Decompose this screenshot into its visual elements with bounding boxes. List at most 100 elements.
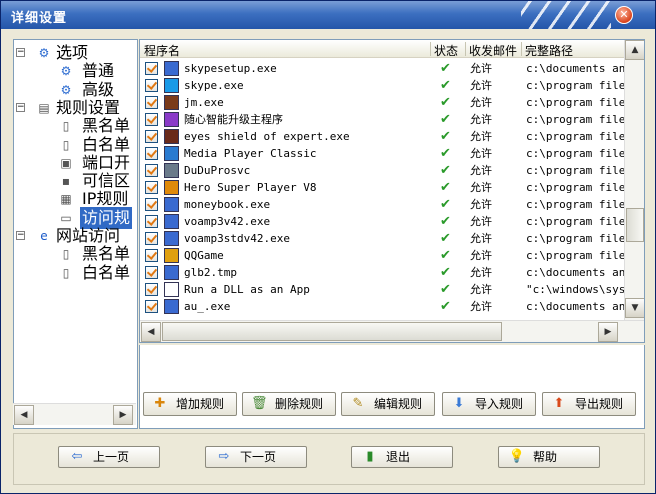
nav-button-3[interactable]: ▮ 退出 (351, 446, 453, 468)
table-row[interactable]: au_.exe ✔ 允许 c:\documents and (140, 298, 632, 315)
table-row[interactable]: eyes shield of expert.exe ✔ 允许 c:\program f… (140, 128, 632, 145)
application-icon (164, 248, 179, 263)
application-icon (164, 146, 179, 161)
column-header-path[interactable]: 完整路径 (525, 42, 573, 59)
scroll-down-button[interactable]: ▼ (625, 298, 644, 318)
list-horizontal-scrollbar[interactable]: ◀ ▶ (140, 320, 644, 342)
close-button[interactable]: ✕ (615, 6, 633, 24)
window-title: 详细设置 (11, 11, 68, 26)
table-row[interactable]: Hero Super Player V8 ✔ 允许 c:\program files (140, 179, 632, 196)
rule-enabled-checkbox[interactable] (145, 113, 158, 126)
rule-enabled-checkbox[interactable] (145, 283, 158, 296)
application-icon (164, 299, 179, 314)
program-name: voamp3v42.exe (184, 215, 271, 228)
list-vertical-scrollbar[interactable]: ▲ ▼ (624, 40, 644, 320)
collapse-toggle-icon[interactable]: − (16, 231, 25, 240)
document-icon: ▯ (62, 247, 70, 262)
list-scroll-right-button[interactable]: ▶ (598, 322, 618, 342)
full-path: c:\program files (526, 215, 632, 228)
action-button-4[interactable]: ⬇ 导入规则 (442, 392, 536, 416)
tree-horizontal-scrollbar[interactable]: ◀ ▶ (13, 403, 136, 425)
full-path: c:\program files (526, 198, 632, 211)
horizontal-scroll-thumb[interactable] (162, 322, 502, 341)
gear-globe-icon: ⚙ (38, 46, 50, 60)
status-check-icon: ✔ (440, 180, 451, 195)
table-row[interactable]: voamp3stdv42.exe ✔ 允许 c:\program files (140, 230, 632, 247)
rule-enabled-checkbox[interactable] (145, 300, 158, 313)
rule-enabled-checkbox[interactable] (145, 198, 158, 211)
title-bar[interactable]: 详细设置 ✕ (1, 1, 655, 29)
action-button-label: 删除规则 (275, 397, 324, 411)
rule-enabled-checkbox[interactable] (145, 62, 158, 75)
table-row[interactable]: 随心智能升级主程序 ✔ 允许 c:\program files (140, 111, 632, 128)
scroll-up-button[interactable]: ▲ (625, 40, 644, 60)
application-icon (164, 61, 179, 76)
full-path: c:\program files (526, 147, 632, 160)
rule-enabled-checkbox[interactable] (145, 266, 158, 279)
collapse-toggle-icon[interactable]: − (16, 48, 25, 57)
program-name: glb2.tmp (184, 266, 237, 279)
action-button-3[interactable]: ✎ 编辑规则 (341, 392, 435, 416)
nav-button-label: 退出 (386, 450, 411, 464)
rule-enabled-checkbox[interactable] (145, 181, 158, 194)
status-check-icon: ✔ (440, 248, 451, 263)
program-name: eyes shield of expert.exe (184, 130, 350, 143)
scroll-left-button[interactable]: ◀ (14, 405, 34, 425)
mail-permission: 允许 (470, 181, 492, 194)
tree-item-label: 白名单 (82, 262, 131, 282)
table-row[interactable]: jm.exe ✔ 允许 c:\program files (140, 94, 632, 111)
arrow-right-icon: ⇨ (218, 449, 230, 464)
gear-icon: ⚙ (60, 82, 72, 97)
table-row[interactable]: Run a DLL as an App ✔ 允许 "c:\windows\syst (140, 281, 632, 298)
network-icon: ▪ (61, 174, 71, 189)
status-check-icon: ✔ (440, 282, 451, 297)
application-icon (164, 197, 179, 212)
scroll-right-button[interactable]: ▶ (113, 405, 133, 425)
mail-permission: 允许 (470, 79, 492, 92)
application-icon (164, 112, 179, 127)
action-button-1[interactable]: ✚ 增加规则 (143, 392, 237, 416)
column-header-status[interactable]: 状态 (434, 42, 458, 59)
table-row[interactable]: Media Player Classic ✔ 允许 c:\program files (140, 145, 632, 162)
mail-permission: 允许 (470, 300, 492, 313)
rule-enabled-checkbox[interactable] (145, 79, 158, 92)
list-scroll-left-button[interactable]: ◀ (141, 322, 161, 342)
nav-button-1[interactable]: ⇦ 上一页 (58, 446, 160, 468)
rule-enabled-checkbox[interactable] (145, 164, 158, 177)
table-row[interactable]: glb2.tmp ✔ 允许 c:\documents and (140, 264, 632, 281)
rule-enabled-checkbox[interactable] (145, 249, 158, 262)
status-check-icon: ✔ (440, 78, 451, 93)
program-name: skypesetup.exe (184, 62, 277, 75)
application-icon (164, 95, 179, 110)
program-name: QQGame (184, 249, 224, 262)
vertical-scroll-thumb[interactable] (626, 208, 644, 242)
table-row[interactable]: DuDuProsvc ✔ 允许 c:\program files (140, 162, 632, 179)
table-row[interactable]: moneybook.exe ✔ 允许 c:\program files (140, 196, 632, 213)
table-row[interactable]: QQGame ✔ 允许 c:\program files (140, 247, 632, 264)
rule-enabled-checkbox[interactable] (145, 215, 158, 228)
column-header-mail[interactable]: 收发邮件 (469, 42, 517, 59)
nav-button-2[interactable]: ⇨ 下一页 (205, 446, 307, 468)
status-check-icon: ✔ (440, 299, 451, 314)
mail-permission: 允许 (470, 266, 492, 279)
action-button-2[interactable]: 🗑 删除规则 (242, 392, 336, 416)
column-header-program[interactable]: 程序名 (144, 42, 180, 59)
mail-permission: 允许 (470, 232, 492, 245)
status-check-icon: ✔ (440, 112, 451, 127)
nav-button-4[interactable]: 💡 帮助 (498, 446, 600, 468)
rule-enabled-checkbox[interactable] (145, 96, 158, 109)
action-button-5[interactable]: ⬆ 导出规则 (542, 392, 636, 416)
table-row[interactable]: skype.exe ✔ 允许 c:\program files (140, 77, 632, 94)
table-row[interactable]: skypesetup.exe ✔ 允许 c:\documents and (140, 60, 632, 77)
plus-icon: ✚ (154, 396, 166, 411)
rule-enabled-checkbox[interactable] (145, 147, 158, 160)
port-icon: ▣ (60, 155, 72, 170)
collapse-toggle-icon[interactable]: − (16, 102, 25, 112)
mail-permission: 允许 (470, 113, 492, 126)
mail-permission: 允许 (470, 198, 492, 211)
full-path: c:\program files (526, 232, 632, 245)
table-row[interactable]: voamp3v42.exe ✔ 允许 c:\program files (140, 213, 632, 230)
rule-enabled-checkbox[interactable] (145, 130, 158, 143)
rule-enabled-checkbox[interactable] (145, 232, 158, 245)
full-path: c:\program files (526, 79, 632, 92)
